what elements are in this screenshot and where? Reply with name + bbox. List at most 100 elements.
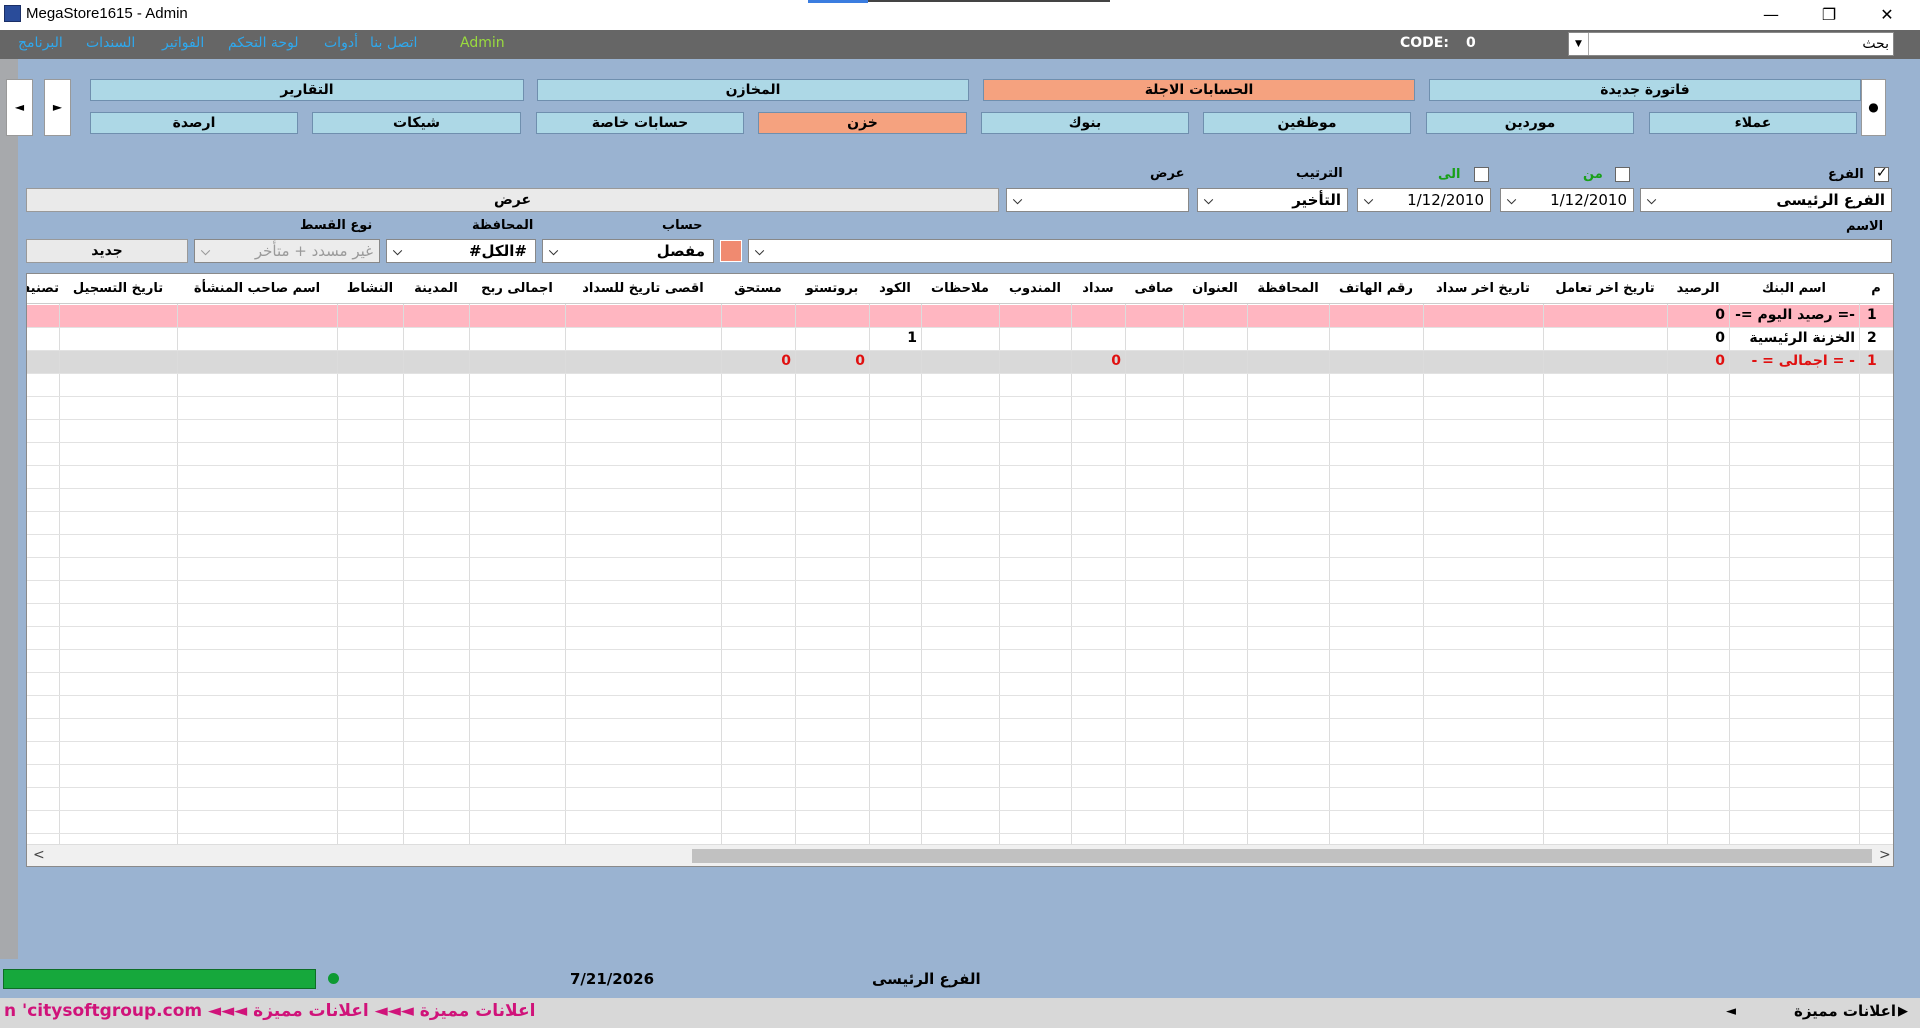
- col-header-net[interactable]: صافى: [1125, 274, 1183, 304]
- col-header-phone[interactable]: رقم الهاتف: [1329, 274, 1423, 304]
- grid-line: [469, 304, 470, 844]
- grid-line: [177, 304, 178, 844]
- col-header-governorate[interactable]: المحافظة: [1247, 274, 1329, 304]
- grid-line: [1247, 304, 1248, 844]
- nav-dot-icon[interactable]: ●: [1861, 79, 1886, 136]
- menu-admin[interactable]: Admin: [460, 35, 505, 51]
- col-header-activity[interactable]: النشاط: [337, 274, 403, 304]
- nav-reports[interactable]: التقارير: [90, 79, 524, 101]
- nav-new-invoice[interactable]: فاتورة جديدة: [1429, 79, 1861, 101]
- ad-left-arrow-icon[interactable]: ◄: [1726, 1004, 1736, 1019]
- cell-name: -= رصيد اليوم =-: [1735, 307, 1855, 323]
- new-button[interactable]: جديد: [26, 239, 188, 263]
- col-header-address[interactable]: العنوان: [1183, 274, 1247, 304]
- col-header-rep[interactable]: المندوب: [999, 274, 1071, 304]
- chevron-down-icon: ⌵: [755, 244, 765, 258]
- sort-select[interactable]: ⌵ التأخير: [1197, 188, 1348, 212]
- left-strip: [0, 59, 18, 959]
- chevron-down-icon: ⌵: [201, 244, 211, 258]
- grid-line: [27, 787, 1893, 788]
- menu-control-panel[interactable]: لوحة التحكم: [228, 35, 299, 51]
- grid-line: [403, 304, 404, 844]
- chevron-down-icon: ⌵: [1507, 193, 1517, 207]
- to-date-picker[interactable]: ⌵ 1/12/2010: [1357, 188, 1491, 212]
- menu-invoices[interactable]: الفواتير: [162, 35, 204, 51]
- col-header-payment[interactable]: سداد: [1071, 274, 1125, 304]
- col-header-bank-name[interactable]: اسم البنك: [1729, 274, 1859, 304]
- grid-line: [999, 304, 1000, 844]
- account-select[interactable]: ⌵ مفصل: [542, 239, 714, 263]
- nav-suppliers[interactable]: موردين: [1426, 112, 1634, 134]
- scroll-right-icon[interactable]: >: [1879, 847, 1891, 863]
- grid-line: [27, 764, 1893, 765]
- nav-banks[interactable]: بنوك: [981, 112, 1189, 134]
- ad-right-arrow-icon[interactable]: ▶: [1898, 1004, 1908, 1019]
- horizontal-scrollbar[interactable]: < >: [27, 844, 1893, 866]
- color-swatch[interactable]: [720, 240, 742, 262]
- menu-tools[interactable]: أدوات: [324, 35, 358, 51]
- col-header-last-deal[interactable]: تاريخ اخر تعامل: [1543, 274, 1667, 304]
- grid-line: [27, 672, 1893, 673]
- col-header-notes[interactable]: ملاحظات: [921, 274, 999, 304]
- view-button[interactable]: عرض: [26, 188, 999, 212]
- name-select[interactable]: ⌵: [748, 239, 1892, 263]
- grid-line: [869, 304, 870, 844]
- governorate-select[interactable]: ⌵ #الكل#: [386, 239, 536, 263]
- close-icon[interactable]: ✕: [1864, 0, 1910, 30]
- nav-employees[interactable]: موظفين: [1203, 112, 1411, 134]
- table-row[interactable]: [27, 328, 1893, 350]
- chevron-down-icon[interactable]: ▼: [1569, 33, 1589, 55]
- menu-vouchers[interactable]: السندات: [86, 35, 135, 51]
- grid-line: [27, 419, 1893, 420]
- ad-ticker[interactable]: n 'citysoftgroup.com ◄◄◄ اعلانات مميزة ◄…: [4, 1001, 535, 1021]
- nav-warehouses[interactable]: المخازن: [537, 79, 969, 101]
- nav-cheques[interactable]: شيكات: [312, 112, 521, 134]
- nav-private-accounts[interactable]: حسابات خاصة: [536, 112, 744, 134]
- table-row[interactable]: [27, 351, 1893, 373]
- nav-deferred-accounts[interactable]: الحسابات الاجلة: [983, 79, 1415, 101]
- nav-left-arrow-icon[interactable]: ◄: [6, 79, 33, 136]
- minimize-icon[interactable]: —: [1748, 0, 1794, 30]
- to-checkbox[interactable]: [1474, 167, 1489, 182]
- grid-line: [1125, 304, 1126, 844]
- col-header-balance[interactable]: الرصيد: [1667, 274, 1729, 304]
- nav-customers[interactable]: عملاء: [1649, 112, 1857, 134]
- menu-contact[interactable]: اتصل بنا: [370, 35, 417, 51]
- col-header-code[interactable]: الكود: [869, 274, 921, 304]
- grid-line: [27, 741, 1893, 742]
- grid-line: [27, 511, 1893, 512]
- nav-safes[interactable]: خزن: [758, 112, 967, 134]
- data-grid[interactable]: م اسم البنك الرصيد تاريخ اخر تعامل تاريخ…: [26, 273, 1894, 867]
- nav-balances[interactable]: ارصدة: [90, 112, 298, 134]
- grid-line: [27, 695, 1893, 696]
- grid-line: [1183, 304, 1184, 844]
- search-input[interactable]: ▼ بحث: [1568, 32, 1894, 56]
- col-header-due[interactable]: مستحق: [721, 274, 795, 304]
- from-checkbox[interactable]: [1615, 167, 1630, 182]
- branch-checkbox[interactable]: ✓: [1874, 165, 1889, 182]
- restore-icon[interactable]: ❐: [1806, 0, 1852, 30]
- col-header-last-payment[interactable]: تاريخ اخر سداد: [1423, 274, 1543, 304]
- grid-line: [1329, 304, 1330, 844]
- col-header-protest[interactable]: بروتستو: [795, 274, 869, 304]
- from-date-picker[interactable]: ⌵ 1/12/2010: [1500, 188, 1634, 212]
- scroll-left-icon[interactable]: <: [33, 847, 45, 863]
- grid-line: [337, 304, 338, 844]
- col-header-total-profit[interactable]: اجمالى ربح: [469, 274, 565, 304]
- grid-line: [1729, 304, 1730, 844]
- view-select[interactable]: ⌵: [1006, 188, 1189, 212]
- col-header-category[interactable]: تصنيف: [27, 274, 59, 304]
- installment-select[interactable]: ⌵ غير مسدد + متأخر: [194, 239, 380, 263]
- nav-right-arrow-icon[interactable]: ►: [44, 79, 71, 136]
- table-row[interactable]: [27, 305, 1893, 327]
- grid-line: [27, 557, 1893, 558]
- branch-select[interactable]: ⌵ الفرع الرئيسى: [1640, 188, 1892, 212]
- scrollbar-thumb[interactable]: [692, 849, 1872, 863]
- col-header-max-pay-date[interactable]: اقصى تاريخ للسداد: [565, 274, 721, 304]
- col-header-owner[interactable]: اسم صاحب المنشأة: [177, 274, 337, 304]
- menu-program[interactable]: البرنامج: [18, 35, 63, 51]
- col-header-num[interactable]: م: [1859, 274, 1893, 304]
- status-branch: الفرع الرئيسى: [872, 970, 981, 988]
- col-header-city[interactable]: المدينة: [403, 274, 469, 304]
- col-header-reg-date[interactable]: تاريخ التسجيل: [59, 274, 177, 304]
